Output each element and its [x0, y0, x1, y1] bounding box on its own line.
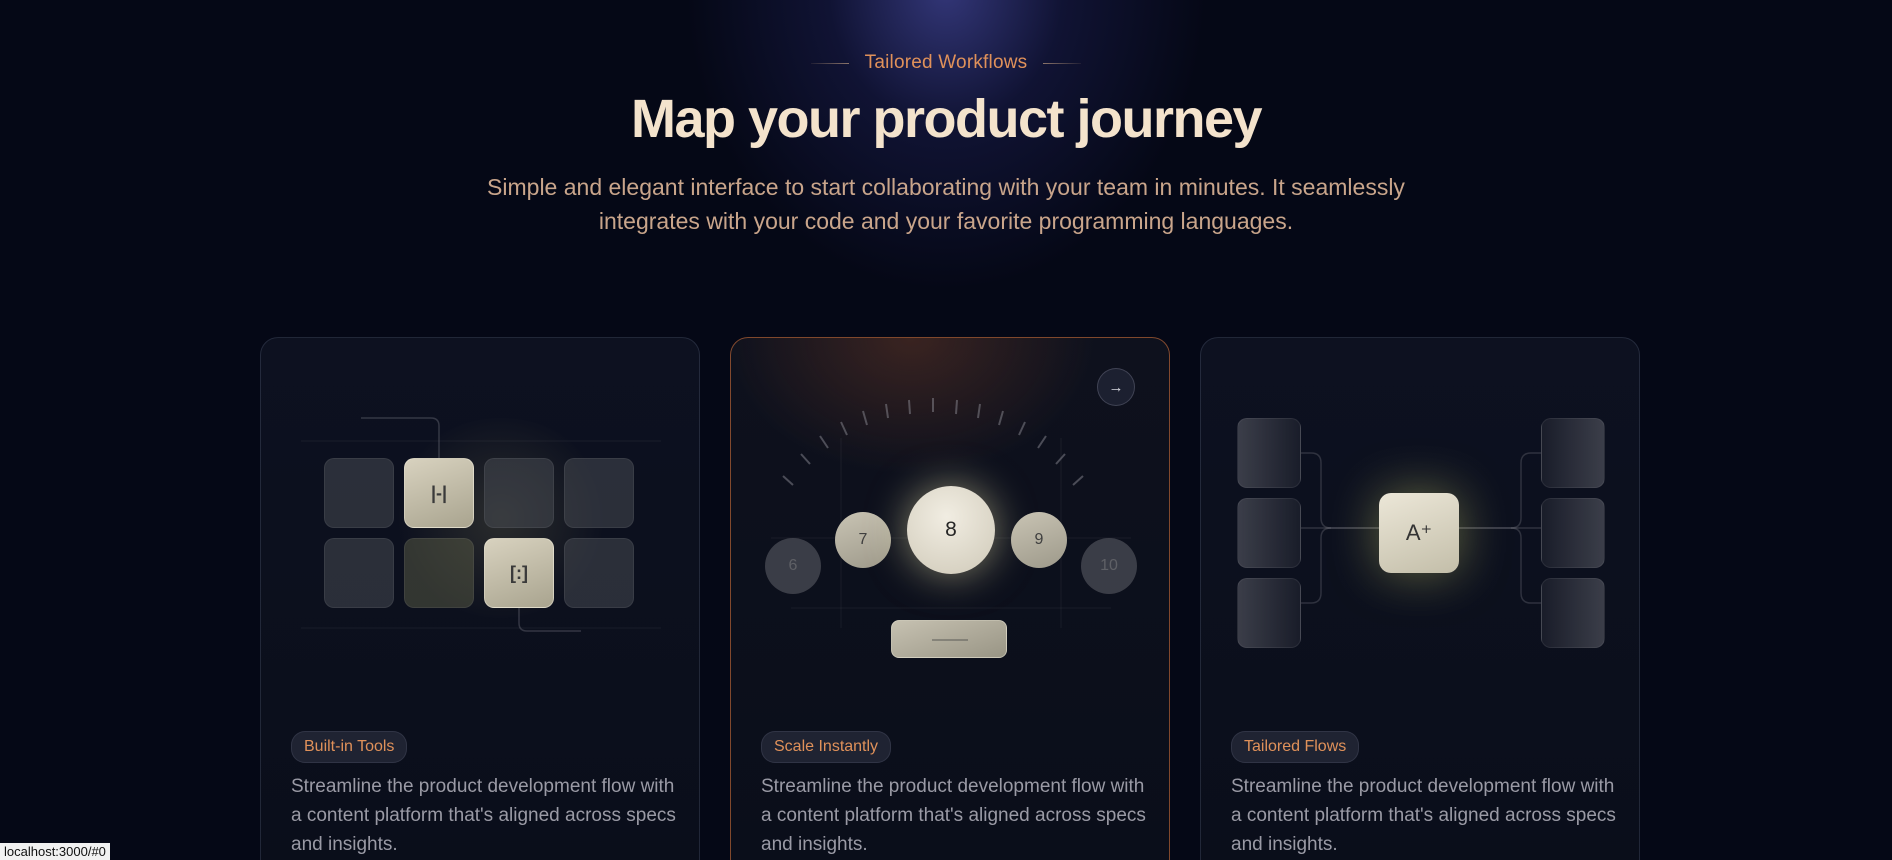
feature-card-built-in-tools[interactable]: |-| [:] Built-in Tools Streamline the pr… — [260, 337, 700, 860]
dial-value-6[interactable]: 6 — [765, 538, 821, 594]
card-description: Streamline the product development flow … — [761, 776, 1146, 855]
card-tag: Built-in Tools — [291, 731, 408, 763]
dial-ticks — [782, 398, 1084, 486]
grid-tile — [484, 458, 554, 528]
status-bar-url: localhost:3000/#0 — [0, 843, 110, 860]
eyebrow: Tailored Workflows — [0, 52, 1892, 74]
dial-value-9[interactable]: 9 — [1011, 512, 1067, 568]
grid-tile — [324, 458, 394, 528]
grid-tile — [404, 538, 474, 608]
grid-tile — [564, 458, 634, 528]
eyebrow-line-left — [810, 62, 849, 64]
flow-node — [1237, 418, 1301, 488]
dial-value-8[interactable]: 8 — [907, 486, 995, 574]
page-title: Map your product journey — [630, 89, 1263, 149]
card-description: Streamline the product development flow … — [1231, 776, 1616, 855]
feature-card-scale-instantly[interactable]: → 6 7 8 9 10 Scale Instantly Streamline … — [730, 337, 1170, 860]
ai-text-icon[interactable]: A⁺ — [1379, 493, 1459, 573]
flow-node — [1237, 498, 1301, 568]
page: Tailored Workflows Map your product jour… — [0, 0, 1892, 860]
heading-icon[interactable]: |-| — [404, 458, 474, 528]
card-tag: Scale Instantly — [761, 731, 892, 763]
dial-value-7[interactable]: 7 — [835, 512, 891, 568]
flow-node — [1541, 498, 1605, 568]
flow-node — [1541, 578, 1605, 648]
card-description: Streamline the product development flow … — [291, 776, 676, 855]
grid-tile — [324, 538, 394, 608]
flow-node — [1541, 418, 1605, 488]
page-subtitle: Simple and elegant interface to start co… — [487, 174, 1405, 234]
card-tag: Tailored Flows — [1231, 731, 1360, 763]
grid-tile — [564, 538, 634, 608]
flow-node — [1237, 578, 1301, 648]
frame-icon[interactable]: [:] — [484, 538, 554, 608]
slider-handle[interactable] — [891, 620, 1007, 658]
feature-card-tailored-flows[interactable]: A⁺ Tailored Flows Streamline the product… — [1200, 337, 1640, 860]
eyebrow-label: Tailored Workflows — [864, 52, 1028, 73]
dial-value-10[interactable]: 10 — [1081, 538, 1137, 594]
eyebrow-line-right — [1043, 62, 1082, 64]
